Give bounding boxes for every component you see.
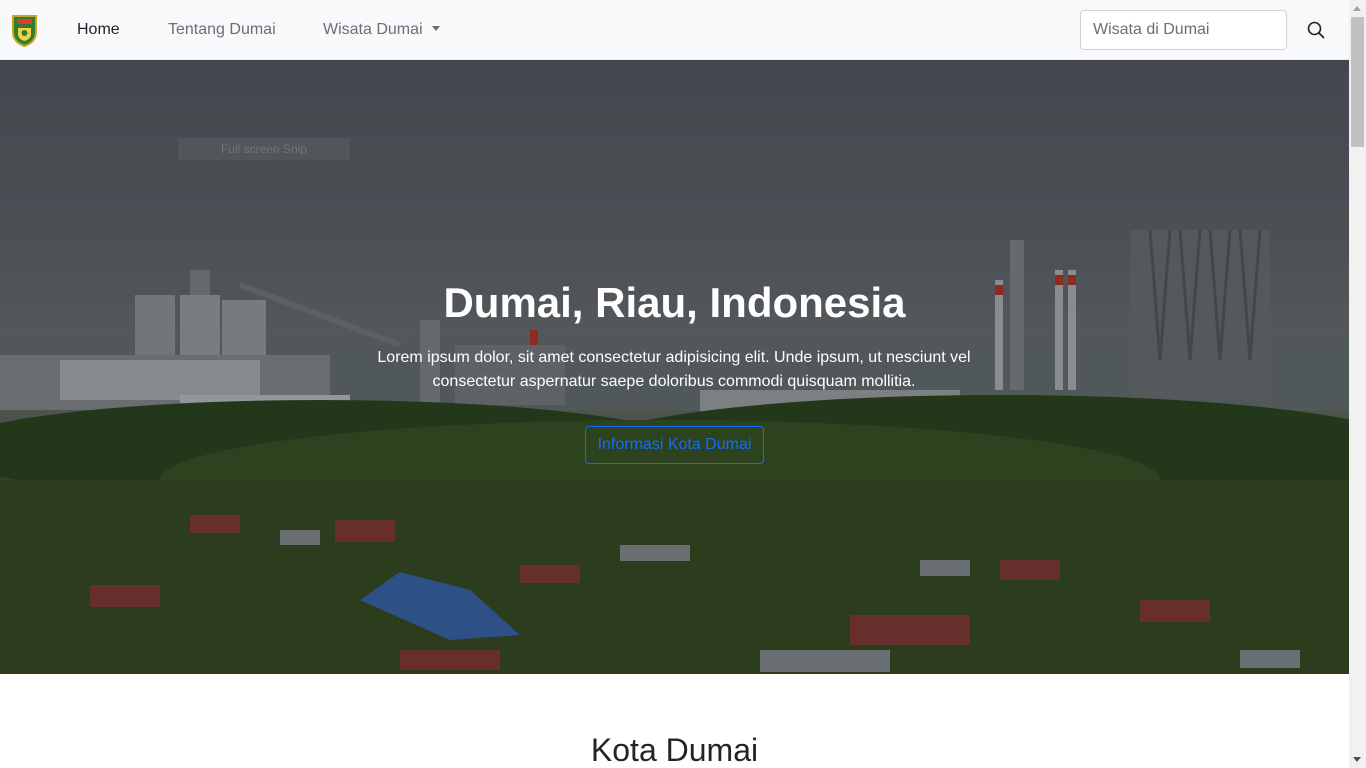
scroll-down-arrow-icon[interactable] xyxy=(1353,757,1361,762)
caret-down-icon xyxy=(431,26,440,31)
scroll-thumb[interactable] xyxy=(1351,17,1364,147)
nav-home[interactable]: Home xyxy=(77,20,120,40)
section-title: Kota Dumai xyxy=(590,732,759,768)
nav-wisata-dumai-dropdown[interactable]: Wisata Dumai xyxy=(323,20,440,40)
hero-banner: Full screen Snip Dumai, Riau, Indonesia … xyxy=(0,60,1349,674)
hero-description: Lorem ipsum dolor, sit amet consectetur … xyxy=(377,349,971,390)
search-input[interactable] xyxy=(1080,10,1287,50)
informasi-kota-dumai-button[interactable]: Informasi Kota Dumai xyxy=(585,426,764,464)
hero-title: Dumai, Riau, Indonesia xyxy=(443,279,906,326)
navbar: Home Tentang Dumai Wisata Dumai xyxy=(0,0,1349,60)
search-icon xyxy=(1307,21,1325,39)
nav-tentang-dumai[interactable]: Tentang Dumai xyxy=(168,20,276,40)
search-button[interactable] xyxy=(1302,16,1330,44)
scrollbar[interactable] xyxy=(1349,0,1366,768)
scroll-up-arrow-icon[interactable] xyxy=(1353,6,1361,11)
nav-wisata-dumai-label: Wisata Dumai xyxy=(323,21,423,38)
ghost-label: Full screen Snip xyxy=(178,138,350,160)
dumai-emblem-icon[interactable] xyxy=(11,14,38,48)
